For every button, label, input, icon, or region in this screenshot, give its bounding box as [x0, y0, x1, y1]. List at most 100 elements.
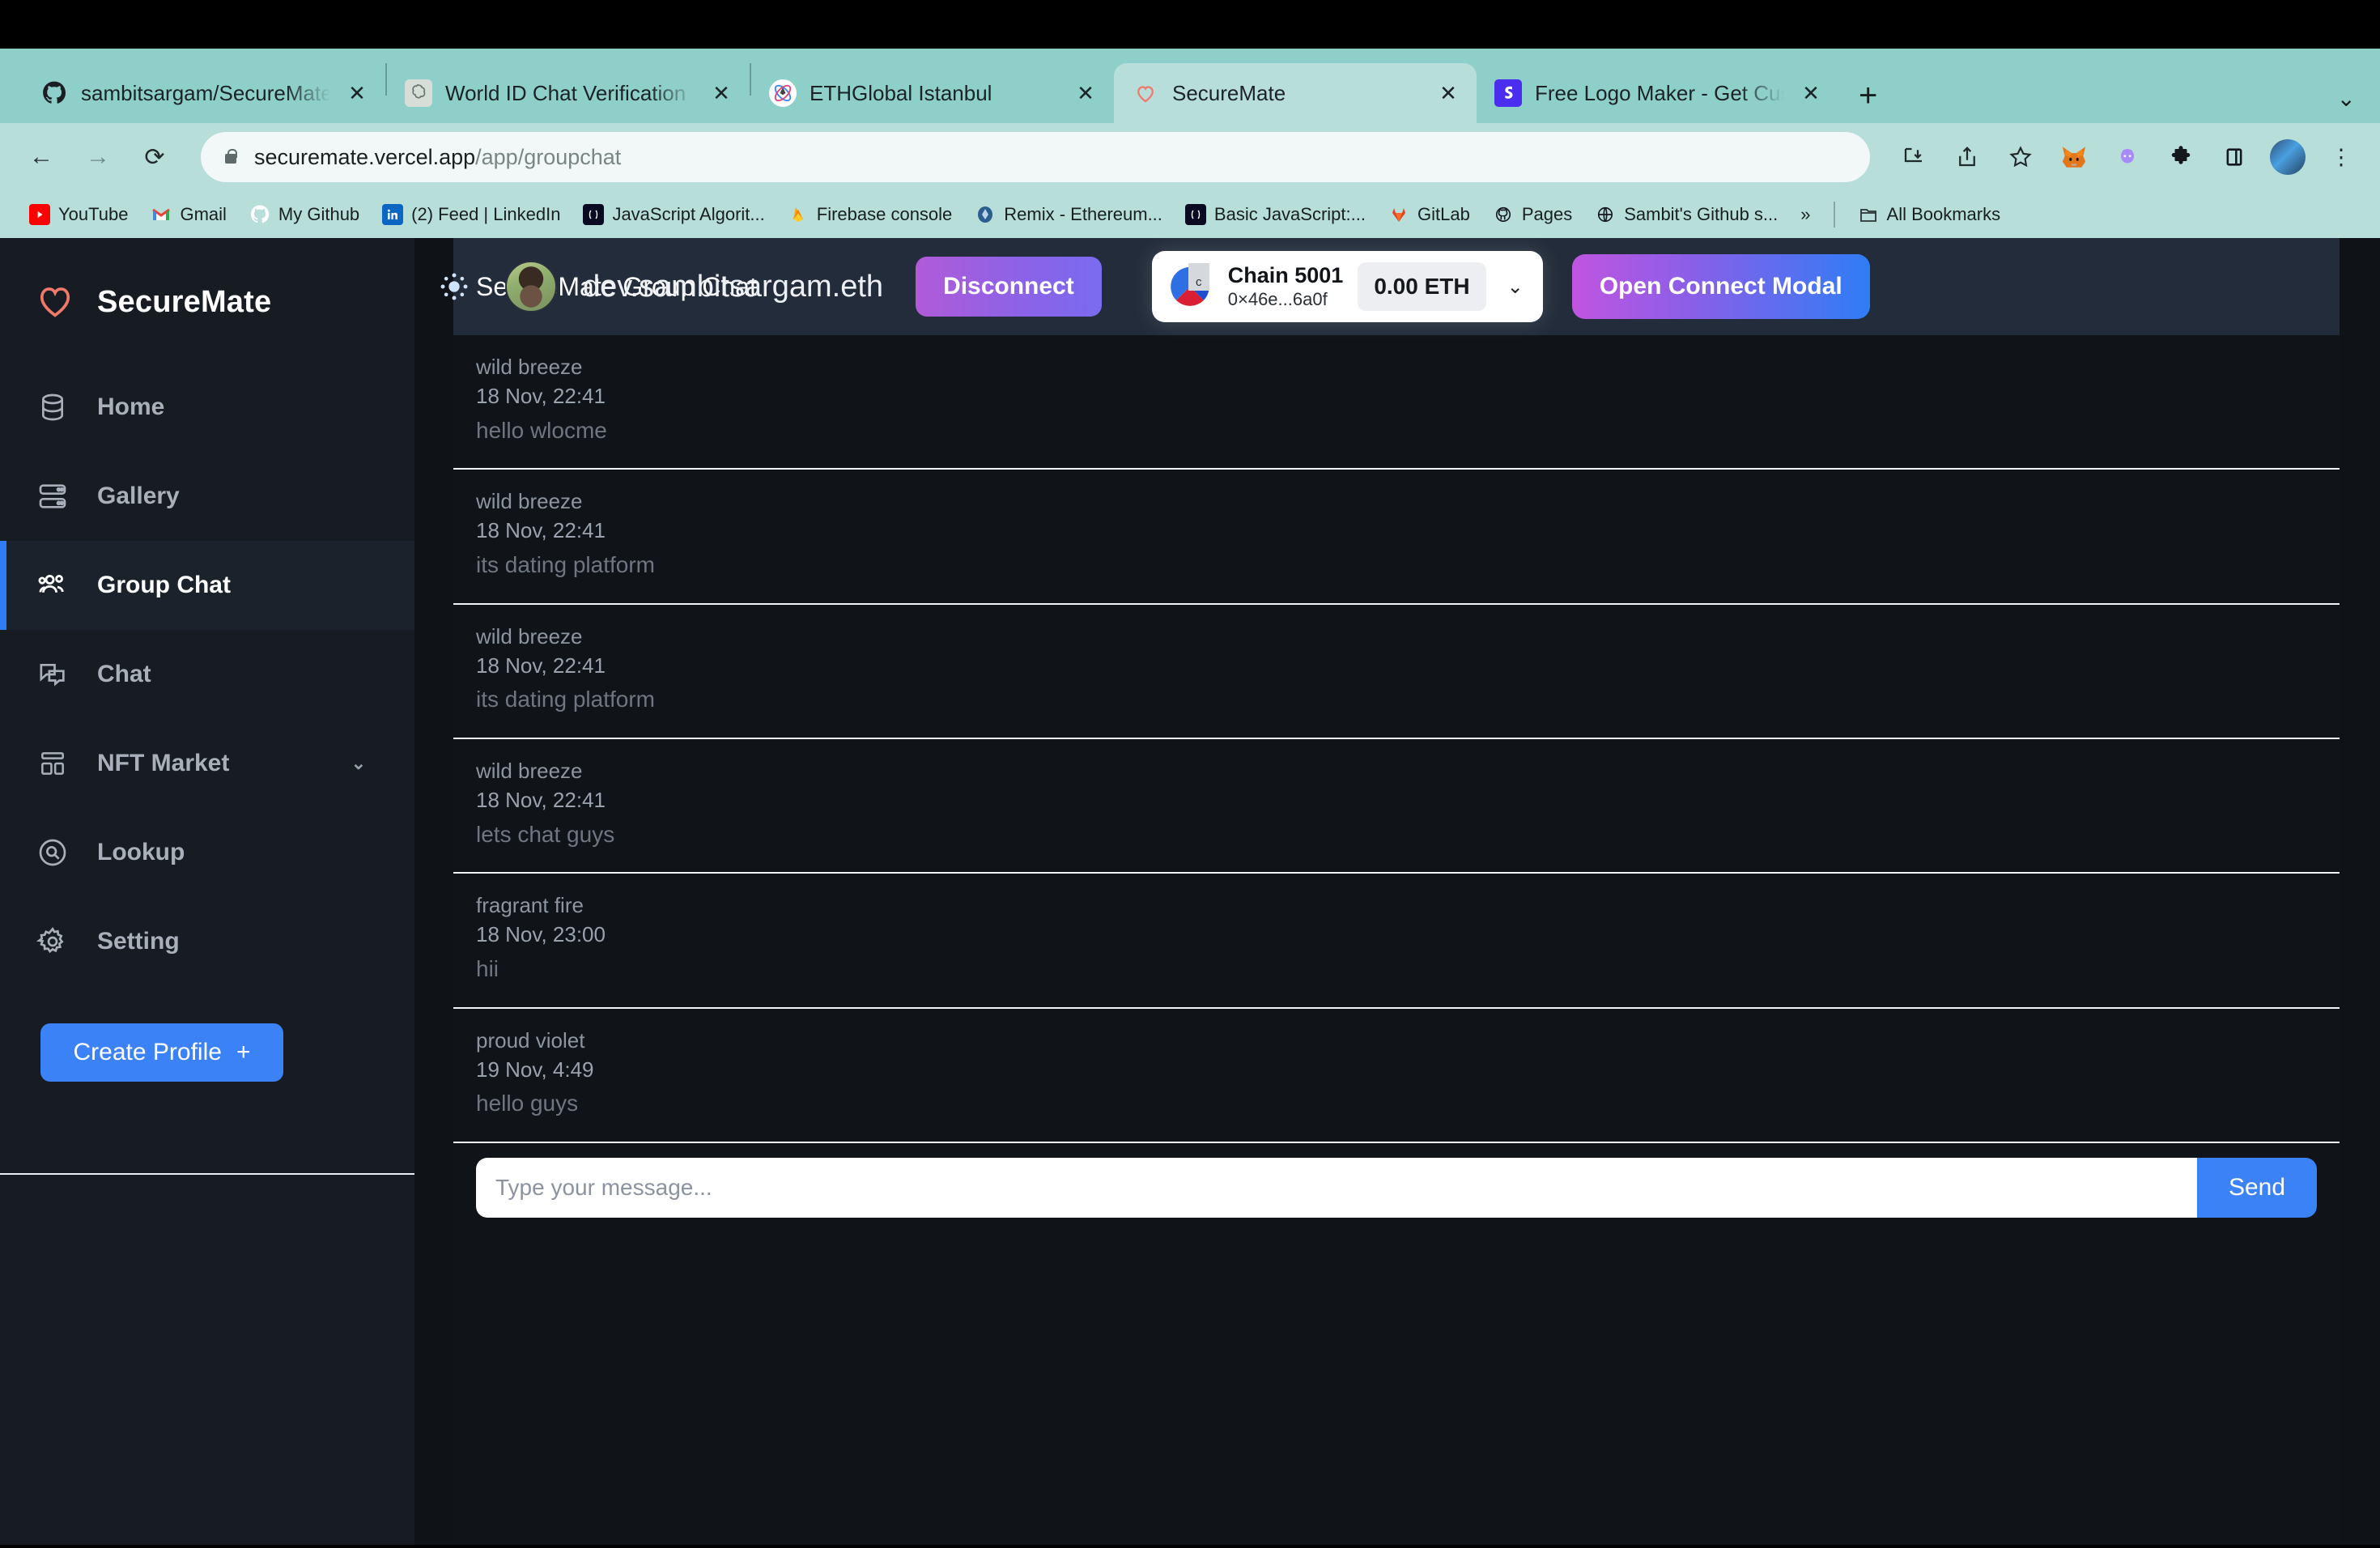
remix-icon: [975, 204, 996, 225]
securemate-heart-icon: [1132, 79, 1159, 107]
message-author: wild breeze: [476, 487, 2317, 517]
close-icon[interactable]: ✕: [708, 81, 735, 106]
message-timestamp: 18 Nov, 22:41: [476, 517, 2317, 546]
browser-menu-icon[interactable]: ⋮: [2323, 139, 2359, 175]
create-profile-button[interactable]: Create Profile +: [40, 1023, 283, 1082]
bookmark-item[interactable]: Basic JavaScript:...: [1174, 204, 1377, 225]
securemate-app: SecureMate Home Gallery: [0, 238, 2380, 1545]
browser-tab-2[interactable]: ETHGlobal Istanbul ✕: [751, 63, 1114, 123]
bookmark-item[interactable]: GitLab: [1377, 204, 1481, 225]
message-list[interactable]: wild breeze 18 Nov, 22:41 hello wlocme w…: [453, 335, 2340, 1143]
wallet-address: 0×46e...6a0f: [1228, 288, 1344, 312]
message-item[interactable]: wild breeze 18 Nov, 22:41 hello wlocme: [453, 335, 2340, 470]
metamask-extension-icon[interactable]: [2056, 139, 2092, 175]
browser-tab-1[interactable]: World ID Chat Verification ✕: [387, 63, 750, 123]
side-panel-icon[interactable]: [2216, 139, 2252, 175]
heart-logo-icon: [34, 279, 76, 325]
message-timestamp: 19 Nov, 4:49: [476, 1056, 2317, 1085]
sun-icon[interactable]: [426, 270, 482, 303]
close-icon[interactable]: ✕: [1434, 81, 1462, 106]
send-button[interactable]: Send: [2197, 1158, 2317, 1218]
sidebar-item-lookup[interactable]: Lookup: [0, 808, 414, 897]
github-pages-icon: [1493, 204, 1514, 225]
app-brand[interactable]: SecureMate: [0, 256, 414, 337]
toolbar-icons: ⋮: [1896, 139, 2359, 175]
globe-icon: [1595, 204, 1616, 225]
close-icon[interactable]: ✕: [343, 81, 371, 106]
bookmark-item[interactable]: Firebase console: [776, 204, 964, 225]
back-button[interactable]: ←: [21, 137, 62, 177]
install-app-icon[interactable]: [1896, 139, 1932, 175]
bookmark-item[interactable]: (2) Feed | LinkedIn: [371, 204, 572, 225]
close-icon[interactable]: ✕: [1797, 81, 1825, 106]
group-chat-panel: SecureMate Group Chat wild breeze 18 Nov…: [453, 238, 2340, 1545]
bookmark-item[interactable]: Sambit's Github s...: [1583, 204, 1789, 225]
bookmark-item[interactable]: My Github: [238, 204, 371, 225]
sidebar-item-group-chat[interactable]: Group Chat: [0, 541, 414, 630]
sidebar-item-setting[interactable]: Setting: [0, 897, 414, 986]
bookmark-item[interactable]: Pages: [1481, 204, 1583, 225]
window-titlebar: [0, 0, 2380, 49]
sidebar-item-gallery[interactable]: Gallery: [0, 452, 414, 541]
database-icon: [34, 391, 71, 423]
message-text: its dating platform: [476, 549, 2317, 582]
close-icon[interactable]: ✕: [1072, 81, 1099, 106]
all-bookmarks-button[interactable]: All Bookmarks: [1847, 204, 2012, 225]
profile-avatar[interactable]: [2270, 139, 2306, 175]
forward-button[interactable]: →: [78, 137, 118, 177]
browser-tab-3[interactable]: SecureMate ✕: [1114, 63, 1477, 123]
bookmark-item[interactable]: Remix - Ethereum...: [963, 204, 1174, 225]
logo-maker-icon: [1494, 79, 1522, 107]
url-path: /app/groupchat: [475, 145, 621, 169]
browser-tab-0[interactable]: sambitsargam/SecureMate: Se ✕: [23, 63, 385, 123]
app-brand-name: SecureMate: [97, 285, 271, 320]
bookmarks-overflow-button[interactable]: »: [1789, 204, 1821, 225]
bookmark-label: GitLab: [1417, 204, 1470, 225]
freecodecamp-icon: [583, 204, 604, 225]
message-author: wild breeze: [476, 623, 2317, 652]
bookmark-item[interactable]: YouTube: [18, 204, 139, 225]
message-item[interactable]: wild breeze 18 Nov, 22:41 its dating pla…: [453, 470, 2340, 604]
chevron-down-icon[interactable]: ⌄: [2337, 85, 2356, 112]
message-input[interactable]: [476, 1158, 2197, 1218]
share-icon[interactable]: [1949, 139, 1985, 175]
sidebar-item-chat[interactable]: Chat: [0, 630, 414, 719]
rabby-extension-icon[interactable]: [2110, 139, 2145, 175]
message-item[interactable]: wild breeze 18 Nov, 22:41 lets chat guys: [453, 739, 2340, 874]
github-icon: [249, 204, 270, 225]
bookmark-star-icon[interactable]: [2003, 139, 2038, 175]
message-item[interactable]: fragrant fire 18 Nov, 23:00 hii: [453, 874, 2340, 1008]
message-author: wild breeze: [476, 353, 2317, 382]
bookmark-item[interactable]: Gmail: [139, 204, 237, 225]
sidebar-item-label: Lookup: [97, 839, 185, 866]
chevron-down-icon[interactable]: ⌄: [1501, 275, 1530, 299]
new-tab-button[interactable]: +: [1859, 79, 1877, 112]
extensions-puzzle-icon[interactable]: [2163, 139, 2199, 175]
disconnect-button[interactable]: Disconnect: [916, 257, 1102, 317]
user-avatar[interactable]: [505, 261, 557, 313]
browser-tab-title: Free Logo Maker - Get Custom: [1535, 81, 1784, 106]
server-icon: [34, 480, 71, 512]
layout-icon: [34, 748, 71, 779]
sidebar-item-home[interactable]: Home: [0, 363, 414, 452]
address-bar-url: securemate.vercel.app/app/groupchat: [254, 145, 621, 170]
address-bar[interactable]: securemate.vercel.app/app/groupchat: [201, 132, 1870, 182]
message-item[interactable]: wild breeze 18 Nov, 22:41 its dating pla…: [453, 605, 2340, 739]
browser-tabstrip: sambitsargam/SecureMate: Se ✕ World ID C…: [0, 49, 2380, 123]
sidebar-item-nft-market[interactable]: NFT Market ⌄: [0, 719, 414, 808]
wallet-status-pill[interactable]: c Chain 5001 0×46e...6a0f 0.00 ETH ⌄: [1152, 251, 1543, 322]
browser-tab-4[interactable]: Free Logo Maker - Get Custom ✕: [1477, 63, 1839, 123]
browser-tab-title: SecureMate: [1172, 81, 1422, 106]
open-connect-modal-button[interactable]: Open Connect Modal: [1572, 254, 1870, 319]
sidebar-item-label: Group Chat: [97, 572, 231, 599]
lock-icon: [222, 147, 240, 168]
message-timestamp: 18 Nov, 22:41: [476, 652, 2317, 681]
message-item[interactable]: proud violet 19 Nov, 4:49 hello guys: [453, 1009, 2340, 1143]
message-timestamp: 18 Nov, 22:41: [476, 382, 2317, 411]
sidebar-nav: Home Gallery Group Chat: [0, 363, 414, 986]
bookmark-item[interactable]: JavaScript Algorit...: [572, 204, 776, 225]
chevron-down-icon[interactable]: ⌄: [351, 753, 366, 774]
reload-button[interactable]: ⟳: [134, 137, 175, 177]
browser-toolbar: ← → ⟳ securemate.vercel.app/app/groupcha…: [0, 123, 2380, 191]
sidebar-divider: [0, 1173, 414, 1175]
